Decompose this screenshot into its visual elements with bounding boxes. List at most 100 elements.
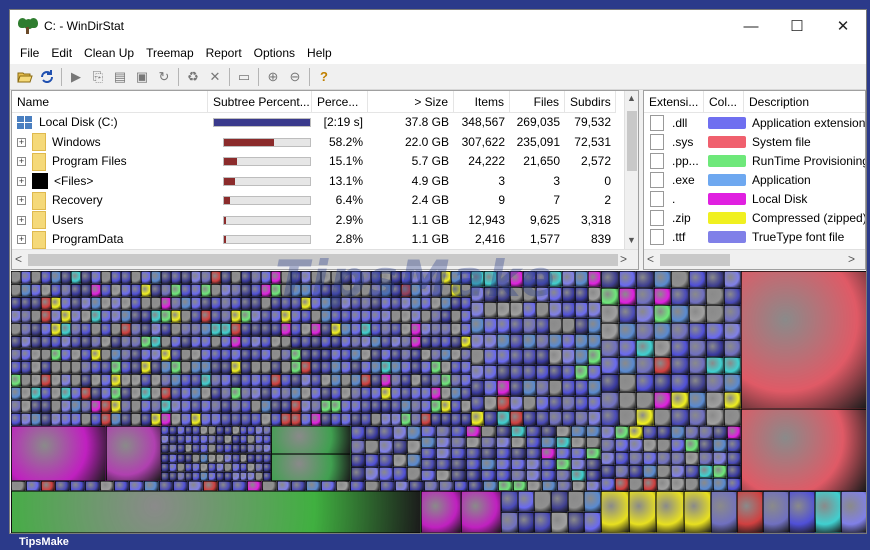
treemap-cell[interactable]: [618, 374, 636, 392]
treemap-cell[interactable]: [51, 322, 61, 336]
treemap-cell[interactable]: [261, 296, 271, 310]
treemap-cell[interactable]: [484, 271, 497, 287]
treemap-cell[interactable]: [301, 335, 311, 349]
treemap-cell[interactable]: [311, 348, 321, 362]
treemap-cell[interactable]: [255, 435, 264, 445]
treemap-cell[interactable]: [391, 361, 401, 375]
treemap-cell[interactable]: [657, 465, 671, 478]
treemap-cell[interactable]: [171, 322, 181, 336]
treemap-cell[interactable]: [549, 411, 562, 426]
treemap-cell[interactable]: [688, 339, 706, 358]
treemap-cell[interactable]: [575, 396, 588, 411]
treemap-cell[interactable]: [101, 309, 111, 323]
treemap-cell[interactable]: [239, 435, 248, 445]
treemap-cell[interactable]: [481, 448, 496, 459]
treemap-cell[interactable]: [111, 322, 121, 336]
play-icon[interactable]: ▶: [65, 66, 87, 88]
treemap-cell[interactable]: [461, 322, 471, 336]
menu-edit[interactable]: Edit: [45, 42, 78, 64]
treemap-cell[interactable]: [601, 465, 615, 478]
treemap-cell[interactable]: [321, 283, 331, 297]
treemap-cell[interactable]: [331, 374, 341, 388]
treemap-cell[interactable]: [221, 387, 231, 401]
treemap-cell[interactable]: [556, 448, 571, 459]
treemap-cell[interactable]: [653, 305, 671, 323]
treemap-cell[interactable]: [411, 348, 421, 362]
menu-options[interactable]: Options: [248, 42, 301, 64]
treemap-cell[interactable]: [101, 400, 111, 414]
treemap-cell[interactable]: [99, 481, 115, 491]
treemap-cell[interactable]: [618, 408, 636, 426]
treemap-cell[interactable]: [713, 478, 727, 491]
treemap-cell[interactable]: [451, 437, 466, 448]
treemap-cell[interactable]: [441, 400, 451, 414]
treemap-cell[interactable]: [706, 271, 724, 289]
treemap-cell[interactable]: [91, 283, 101, 297]
treemap-cell[interactable]: [171, 335, 181, 349]
treemap-cell[interactable]: [221, 283, 231, 297]
treemap-cell[interactable]: [91, 413, 101, 426]
treemap-cell[interactable]: [216, 471, 224, 481]
extension-list[interactable]: Extensi... Col... Description .dll Applic…: [643, 90, 866, 270]
treemap-cell[interactable]: [411, 361, 421, 375]
treemap-cell[interactable]: [161, 462, 169, 472]
treemap-cell[interactable]: [688, 391, 706, 409]
treemap-cell[interactable]: [451, 374, 461, 388]
treemap-cell[interactable]: [331, 309, 341, 323]
treemap-cell[interactable]: [181, 322, 191, 336]
scroll-right-icon[interactable]: >: [848, 252, 855, 266]
treemap-cell[interactable]: [201, 296, 211, 310]
treemap-cell[interactable]: [61, 296, 71, 310]
treemap-cell[interactable]: [351, 296, 361, 310]
treemap-cell[interactable]: [81, 400, 91, 414]
treemap-cell[interactable]: [261, 271, 271, 284]
treemap-cell[interactable]: [699, 439, 713, 452]
scroll-left-icon[interactable]: <: [647, 252, 654, 266]
treemap-cell[interactable]: [436, 459, 451, 470]
treemap-cell[interactable]: [431, 296, 441, 310]
treemap-cell[interactable]: [601, 426, 615, 439]
treemap-cell[interactable]: [41, 309, 51, 323]
treemap-cell[interactable]: [291, 322, 301, 336]
treemap-cell[interactable]: [223, 426, 232, 436]
treemap-cell[interactable]: [536, 286, 549, 303]
treemap-cell[interactable]: [441, 361, 451, 375]
treemap-cell[interactable]: [562, 411, 575, 426]
treemap-cell[interactable]: [208, 435, 216, 445]
treemap-cell[interactable]: [201, 400, 211, 414]
treemap-cell[interactable]: [121, 322, 131, 336]
treemap-cell[interactable]: [421, 361, 431, 375]
treemap-cell[interactable]: [311, 322, 321, 336]
treemap-cell[interactable]: [221, 348, 231, 362]
treemap-cell[interactable]: [371, 400, 381, 414]
treemap-cell[interactable]: [51, 309, 61, 323]
treemap-cell[interactable]: [217, 481, 233, 491]
treemap-cell[interactable]: [549, 286, 562, 303]
treemap-cell[interactable]: [365, 467, 379, 481]
treemap-cell[interactable]: [51, 413, 61, 426]
treemap-cell[interactable]: [706, 374, 724, 392]
treemap-cell[interactable]: [391, 335, 401, 349]
treemap-cell[interactable]: [551, 491, 568, 512]
treemap-cell[interactable]: [41, 348, 51, 362]
treemap-cell[interactable]: [401, 413, 411, 426]
treemap-cell[interactable]: [221, 400, 231, 414]
treemap-cell[interactable]: [586, 481, 601, 491]
treemap-cell[interactable]: [151, 309, 161, 323]
treemap-cell[interactable]: [496, 426, 511, 437]
treemap-cell[interactable]: [727, 452, 741, 465]
treemap-cell[interactable]: [671, 357, 689, 375]
treemap-cell[interactable]: [541, 459, 556, 470]
treemap-cell[interactable]: [91, 400, 101, 414]
treemap-cell[interactable]: [713, 452, 727, 465]
treemap-cell[interactable]: [351, 361, 361, 375]
menu-treemap[interactable]: Treemap: [140, 42, 200, 64]
treemap-cell[interactable]: [11, 413, 21, 426]
col-color[interactable]: Col...: [704, 91, 744, 113]
treemap-cell[interactable]: [101, 413, 111, 426]
treemap-cell[interactable]: [11, 400, 21, 414]
treemap-cell[interactable]: [636, 408, 654, 426]
treemap-cell[interactable]: [263, 462, 271, 472]
treemap-cell[interactable]: [111, 413, 121, 426]
treemap-cell[interactable]: [331, 400, 341, 414]
